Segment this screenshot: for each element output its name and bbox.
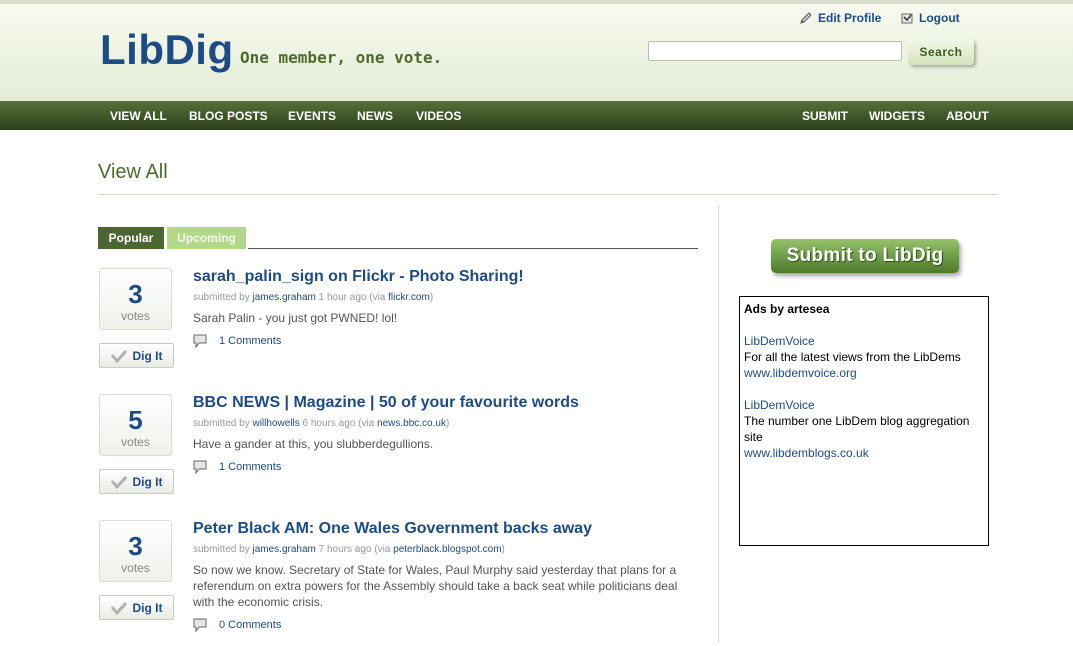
nav-submit[interactable]: SUBMIT — [802, 109, 848, 123]
ad-url-link[interactable]: www.libdemblogs.co.uk — [744, 445, 984, 461]
story-source-link[interactable]: peterblack.blogspot.com — [393, 544, 501, 555]
logout-icon — [901, 13, 913, 24]
vote-box: 3 votes — [99, 268, 172, 330]
dig-it-button[interactable]: Dig It — [99, 595, 174, 620]
via-close: ) — [501, 544, 505, 555]
ad-name-link[interactable]: LibDemVoice — [744, 397, 984, 413]
tabs-divider — [248, 248, 698, 249]
story-item: 3 votes Dig It Peter Black AM: One Wales… — [98, 520, 698, 646]
pencil-icon — [800, 12, 812, 24]
comment-icon — [193, 334, 207, 348]
edit-profile-link[interactable]: Edit Profile — [799, 11, 881, 25]
nav-widgets[interactable]: WIDGETS — [869, 109, 925, 123]
nav-news[interactable]: NEWS — [357, 109, 393, 123]
site-tagline: One member, one vote. — [240, 48, 443, 67]
story-source-link[interactable]: news.bbc.co.uk — [377, 418, 446, 429]
via-close: ) — [445, 418, 450, 429]
via-close: ) — [429, 292, 434, 303]
story-time: 6 hours ago — [302, 418, 356, 429]
story-meta: submitted by james.graham 1 hour ago (vi… — [193, 292, 433, 303]
header: LibDig One member, one vote. Edit Profil… — [0, 4, 1073, 101]
ads-box: Ads by artesea LibDemVoice For all the l… — [739, 296, 989, 546]
story-item: 5 votes Dig It BBC NEWS | Magazine | 50 … — [98, 394, 698, 520]
nav-videos[interactable]: VIDEOS — [416, 109, 461, 123]
comments-link[interactable]: 0 Comments — [193, 618, 281, 632]
submitted-by-label: submitted by — [193, 544, 250, 555]
main-nav: VIEW ALL BLOG POSTS EVENTS NEWS VIDEOS S… — [0, 101, 1073, 130]
comment-icon — [193, 618, 207, 632]
submit-to-libdig-button[interactable]: Submit to LibDig — [771, 239, 959, 273]
vote-label: votes — [121, 435, 150, 449]
story-meta: submitted by james.graham 7 hours ago (v… — [193, 544, 505, 555]
story-title-link[interactable]: sarah_palin_sign on Flickr - Photo Shari… — [193, 268, 524, 286]
comments-count: 1 Comments — [219, 461, 282, 473]
page-title: View All — [98, 161, 168, 183]
nav-blog-posts[interactable]: BLOG POSTS — [189, 109, 268, 123]
story-title-link[interactable]: BBC NEWS | Magazine | 50 of your favouri… — [193, 394, 579, 412]
title-divider — [98, 194, 998, 195]
story-user-link[interactable]: james.graham — [252, 292, 315, 303]
ad-item: LibDemVoice For all the latest views fro… — [744, 333, 984, 381]
story-description: Sarah Palin - you just got PWNED! lol! — [193, 311, 398, 325]
vote-label: votes — [121, 309, 150, 323]
story-user-link[interactable]: james.graham — [252, 544, 315, 555]
dig-it-button[interactable]: Dig It — [99, 343, 174, 368]
dig-it-label: Dig It — [132, 474, 163, 489]
via-label: (via — [374, 544, 391, 555]
sidebar-divider — [718, 206, 719, 642]
ad-text: For all the latest views from the LibDem… — [744, 350, 961, 364]
checkmark-icon — [110, 601, 127, 615]
ads-title: Ads by artesea — [744, 302, 830, 316]
site-logo[interactable]: LibDig — [100, 26, 234, 74]
dig-it-button[interactable]: Dig It — [99, 469, 174, 494]
story-time: 1 hour ago — [318, 292, 367, 303]
logout-label: Logout — [919, 11, 960, 25]
story-item: 3 votes Dig It sarah_palin_sign on Flick… — [98, 268, 698, 394]
ad-name-link[interactable]: LibDemVoice — [744, 333, 984, 349]
ad-item: LibDemVoice The number one LibDem blog a… — [744, 397, 984, 461]
ad-text: The number one LibDem blog aggregation s… — [744, 414, 970, 444]
ad-url-link[interactable]: www.libdemvoice.org — [744, 365, 984, 381]
story-meta: submitted by willhowells 6 hours ago (vi… — [193, 418, 449, 429]
edit-profile-label: Edit Profile — [818, 11, 882, 25]
comments-count: 0 Comments — [219, 619, 282, 631]
nav-events[interactable]: EVENTS — [288, 109, 336, 123]
tab-popular[interactable]: Popular — [98, 227, 164, 249]
vote-label: votes — [121, 561, 150, 575]
vote-box: 3 votes — [99, 520, 172, 582]
search-button[interactable]: Search — [908, 39, 974, 65]
vote-count: 3 — [128, 279, 143, 309]
story-description: Have a gander at this, you slubberdegull… — [193, 437, 434, 451]
comments-link[interactable]: 1 Comments — [193, 334, 281, 348]
dig-it-label: Dig It — [132, 348, 163, 363]
submitted-by-label: submitted by — [193, 292, 250, 303]
nav-view-all[interactable]: VIEW ALL — [110, 109, 167, 123]
vote-count: 5 — [128, 405, 143, 435]
story-description: So now we know. Secretary of State for W… — [193, 563, 678, 609]
search-input[interactable] — [648, 41, 902, 61]
vote-count: 3 — [128, 531, 143, 561]
comments-link[interactable]: 1 Comments — [193, 460, 281, 474]
via-label: (via — [369, 292, 386, 303]
tab-upcoming[interactable]: Upcoming — [167, 227, 246, 249]
dig-it-label: Dig It — [132, 600, 163, 615]
checkmark-icon — [110, 349, 127, 363]
submitted-by-label: submitted by — [193, 418, 250, 429]
story-time: 7 hours ago — [318, 544, 372, 555]
nav-about[interactable]: ABOUT — [946, 109, 989, 123]
story-user-link[interactable]: willhowells — [252, 418, 299, 429]
comment-icon — [193, 460, 207, 474]
vote-box: 5 votes — [99, 394, 172, 456]
story-source-link[interactable]: flickr.com — [388, 292, 430, 303]
comments-count: 1 Comments — [219, 335, 282, 347]
checkmark-icon — [110, 475, 127, 489]
via-label: (via — [358, 418, 375, 429]
story-title-link[interactable]: Peter Black AM: One Wales Government bac… — [193, 520, 592, 538]
logout-link[interactable]: Logout — [900, 11, 960, 25]
